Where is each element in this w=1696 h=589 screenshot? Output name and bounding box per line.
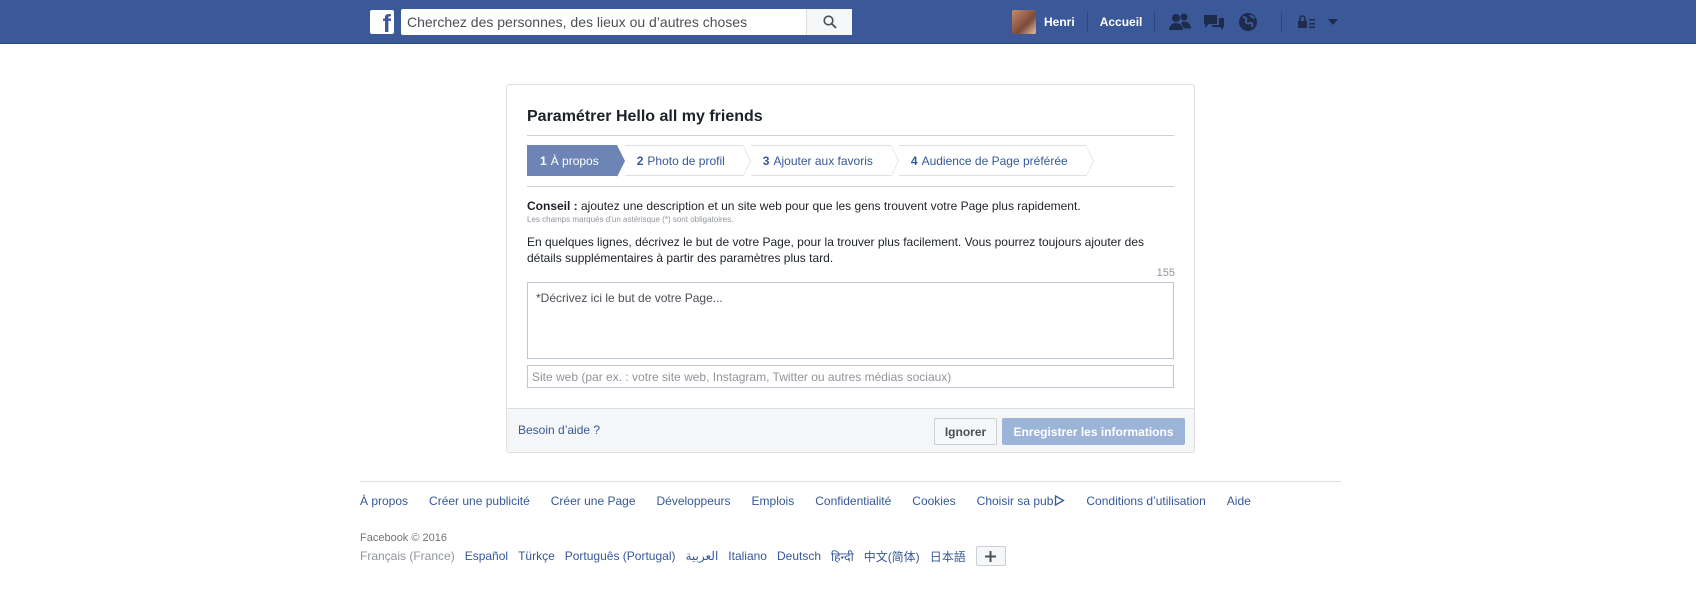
step-profile-photo[interactable]: 2 Photo de profil bbox=[624, 145, 751, 177]
current-language: Français (France) bbox=[360, 549, 455, 563]
account-menu-chevron-icon[interactable] bbox=[1320, 10, 1346, 34]
nav-divider bbox=[1154, 12, 1156, 32]
step-label: Ajouter aux favoris bbox=[773, 153, 873, 168]
page-title: Paramétrer Hello all my friends bbox=[527, 108, 763, 125]
language-link[interactable]: 中文(简体) bbox=[864, 548, 920, 565]
footer-link-terms[interactable]: Conditions d’utilisation bbox=[1086, 494, 1205, 508]
language-link[interactable]: Türkçe bbox=[518, 549, 555, 563]
required-fields-note: Les champs marqués d’un astérisque (*) s… bbox=[527, 215, 734, 224]
top-nav-right: Henri Accueil bbox=[1012, 10, 1354, 34]
ad-choices-label: Choisir sa pub bbox=[976, 494, 1054, 508]
tip-text: Conseil : ajoutez une description et un … bbox=[527, 199, 1081, 213]
search-icon bbox=[822, 15, 837, 29]
language-link[interactable]: हिन्दी bbox=[831, 548, 854, 565]
footer-link-create-page[interactable]: Créer une Page bbox=[551, 494, 636, 508]
tip-body: ajoutez une description et un site web p… bbox=[577, 199, 1081, 213]
footer-link-create-ad[interactable]: Créer une publicité bbox=[429, 494, 530, 508]
footer-link-privacy[interactable]: Confidentialité bbox=[815, 494, 891, 508]
footer-link-jobs[interactable]: Emplois bbox=[752, 494, 795, 508]
website-field[interactable] bbox=[527, 365, 1174, 388]
copyright: Facebook © 2016 bbox=[360, 532, 447, 544]
footer-links: À propos Créer une publicité Créer une P… bbox=[360, 494, 1272, 508]
language-link[interactable]: Português (Portugal) bbox=[565, 549, 676, 563]
top-navigation-bar: f Henri Accueil bbox=[0, 0, 1696, 44]
step-number: 2 bbox=[636, 153, 644, 168]
step-number: 1 bbox=[540, 153, 547, 168]
footer-link-help[interactable]: Aide bbox=[1227, 494, 1251, 508]
privacy-lock-icon[interactable] bbox=[1294, 10, 1320, 34]
facebook-logo-icon[interactable]: f bbox=[370, 10, 394, 34]
step-add-favorites[interactable]: 3 Ajouter aux favoris bbox=[750, 145, 899, 177]
footer-link-developers[interactable]: Développeurs bbox=[657, 494, 731, 508]
save-info-button[interactable]: Enregistrer les informations bbox=[1002, 418, 1185, 445]
page-setup-dialog: Paramétrer Hello all my friends 1À propo… bbox=[506, 84, 1195, 453]
page-description-field[interactable] bbox=[527, 282, 1174, 359]
profile-link[interactable]: Henri bbox=[1044, 15, 1075, 29]
language-selector: Français (France) Español Türkçe Portugu… bbox=[360, 546, 1006, 566]
divider bbox=[527, 135, 1174, 136]
step-label: Photo de profil bbox=[647, 153, 725, 168]
ignore-button[interactable]: Ignorer bbox=[934, 418, 997, 445]
step-number: 3 bbox=[762, 153, 770, 168]
tip-label: Conseil : bbox=[527, 199, 578, 213]
nav-divider bbox=[1086, 12, 1088, 32]
search-input[interactable] bbox=[401, 9, 806, 35]
plus-icon bbox=[985, 550, 997, 562]
step-number: 4 bbox=[910, 153, 918, 168]
footer-link-cookies[interactable]: Cookies bbox=[912, 494, 955, 508]
ad-choices-icon bbox=[1055, 494, 1066, 507]
dialog-footer: Besoin d’aide ? Ignorer Enregistrer les … bbox=[507, 408, 1194, 452]
messages-icon[interactable] bbox=[1201, 10, 1227, 34]
footer-link-about[interactable]: À propos bbox=[360, 494, 408, 508]
character-counter: 155 bbox=[1156, 267, 1175, 279]
step-label: Audience de Page préférée bbox=[921, 153, 1068, 168]
notifications-globe-icon[interactable] bbox=[1235, 10, 1261, 34]
avatar[interactable] bbox=[1012, 10, 1036, 34]
step-about[interactable]: 1À propos bbox=[527, 145, 625, 177]
footer-link-ad-choices[interactable]: Choisir sa pub bbox=[977, 494, 1066, 508]
more-languages-button[interactable] bbox=[975, 546, 1006, 566]
language-link[interactable]: Deutsch bbox=[777, 549, 821, 563]
footer-divider bbox=[360, 481, 1341, 482]
step-preferred-audience[interactable]: 4 Audience de Page préférée bbox=[898, 145, 1094, 177]
language-link[interactable]: Italiano bbox=[728, 549, 767, 563]
setup-steps: 1À propos 2 Photo de profil 3 Ajouter aux … bbox=[527, 145, 1094, 177]
home-link[interactable]: Accueil bbox=[1100, 15, 1143, 29]
language-link[interactable]: Español bbox=[465, 549, 508, 563]
help-link[interactable]: Besoin d’aide ? bbox=[518, 423, 600, 437]
step-label: À propos bbox=[550, 153, 599, 168]
description-instructions: En quelques lignes, décrivez le but de v… bbox=[527, 235, 1145, 265]
language-link[interactable]: العربية bbox=[685, 549, 718, 563]
divider bbox=[527, 186, 1174, 187]
search-button[interactable] bbox=[806, 9, 852, 35]
nav-divider bbox=[1281, 12, 1283, 32]
search-box bbox=[401, 9, 852, 35]
friend-requests-icon[interactable] bbox=[1167, 10, 1193, 34]
language-link[interactable]: 日本語 bbox=[930, 548, 966, 565]
